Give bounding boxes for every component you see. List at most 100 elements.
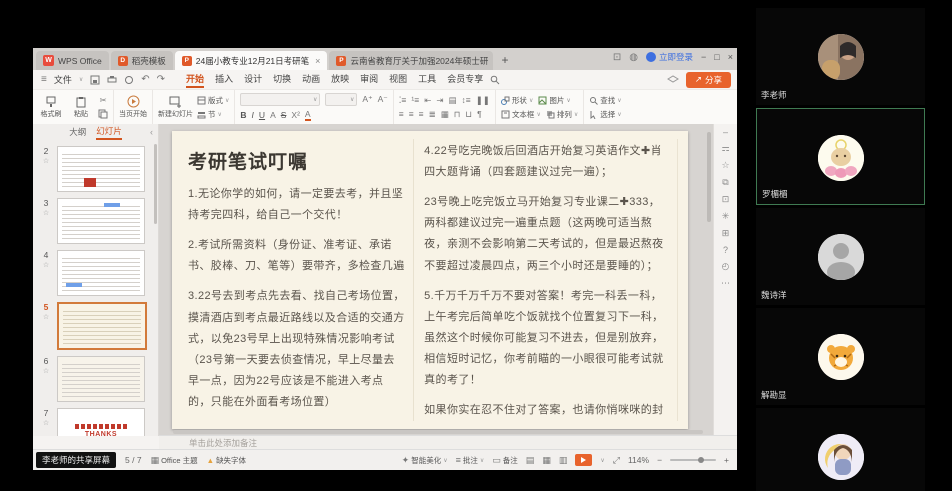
tab-view[interactable]: 视图	[389, 72, 407, 88]
notes-button[interactable]: ▭ 备注	[492, 455, 518, 466]
cut-icon[interactable]: ✂	[99, 95, 106, 106]
tab-wps-home[interactable]: W WPS Office	[36, 51, 109, 70]
thumbnail-item[interactable]: 3☆	[39, 198, 152, 244]
globe-icon[interactable]: ◍	[629, 52, 638, 63]
beautify-icon[interactable]: ✳	[722, 211, 730, 222]
font-size-select[interactable]: ∨	[325, 93, 357, 106]
close-window-button[interactable]: ×	[728, 52, 733, 62]
tab-home[interactable]: 开始	[186, 72, 204, 88]
reading-view-icon[interactable]: ▥	[559, 455, 568, 466]
new-tab-button[interactable]: +	[495, 51, 514, 70]
thumbnail-item[interactable]: 2☆	[39, 146, 152, 192]
line-spacing-icon[interactable]: ↕≡	[461, 95, 470, 105]
find-button[interactable]: 查找∨	[589, 95, 621, 106]
align-center-icon[interactable]: ≡	[409, 109, 414, 119]
theme-indicator[interactable]: ▦ Office 主题	[151, 455, 198, 466]
current-slide[interactable]: 考研笔试叮嘱 1.无论你学的如何，请一定要去考，并且坚持考完四科，给自己一个交代…	[172, 131, 688, 429]
normal-view-icon[interactable]: ▤	[526, 455, 535, 466]
slide-sorter-view-icon[interactable]: ▦	[542, 455, 551, 466]
bullets-icon[interactable]: ⁚≡	[399, 95, 407, 106]
tab-review[interactable]: 审阅	[360, 72, 378, 88]
section-button[interactable]: 节∨	[197, 109, 229, 120]
shapes-panel-icon[interactable]: ⧉	[722, 177, 728, 188]
comments-button[interactable]: ≡ 批注∨	[456, 455, 485, 466]
play-options-icon[interactable]: ∨	[600, 457, 604, 464]
help-icon[interactable]: ?	[723, 245, 728, 255]
fit-window-icon[interactable]: ⤢	[613, 455, 620, 466]
participant-tile[interactable]: 魏诗洋	[756, 208, 925, 305]
shrink-font-icon[interactable]: A⁻	[378, 94, 388, 105]
save-icon[interactable]	[90, 75, 100, 85]
redo-icon[interactable]: ↷	[157, 74, 165, 85]
slide-4-thumbnail[interactable]	[57, 250, 145, 296]
font-color-icon[interactable]: A	[305, 109, 311, 121]
align-top-icon[interactable]: ⊓	[454, 109, 461, 120]
zoom-slider[interactable]	[670, 459, 716, 461]
layout-button[interactable]: 版式∨	[197, 95, 229, 106]
undo-icon[interactable]: ↶	[141, 74, 149, 85]
underline-button[interactable]: U	[259, 110, 265, 120]
thumbnail-item[interactable]: 7☆ THANKS	[39, 408, 152, 436]
select-button[interactable]: 选择∨	[589, 109, 621, 120]
hamburger-icon[interactable]: ≡	[41, 74, 47, 85]
maximize-button[interactable]: □	[714, 52, 719, 62]
slide-2-thumbnail[interactable]	[57, 146, 145, 192]
minimize-button[interactable]: −	[701, 52, 706, 62]
login-button[interactable]: 立即登录	[646, 51, 693, 63]
properties-icon[interactable]: ⚎	[721, 143, 729, 154]
crop-icon[interactable]: ⊞	[722, 228, 730, 239]
share-button[interactable]: ↗ 分享	[686, 72, 731, 88]
numbering-icon[interactable]: ¹≡	[411, 95, 419, 105]
new-slide-button[interactable]: 新建幻灯片	[158, 95, 193, 119]
tab-tools[interactable]: 工具	[418, 72, 436, 88]
participant-tile[interactable]: 李老师	[756, 8, 925, 105]
indent-icon[interactable]: ⇥	[436, 95, 443, 106]
superscript-icon[interactable]: X²	[291, 110, 300, 120]
grow-font-icon[interactable]: A⁺	[362, 94, 372, 105]
italic-button[interactable]: I	[252, 110, 254, 120]
tab-member[interactable]: 会员专享	[447, 72, 483, 88]
clear-format-icon[interactable]: A	[270, 110, 276, 120]
smart-beautify-button[interactable]: ✦ 智能美化∨	[402, 455, 448, 466]
image-panel-icon[interactable]: ⊡	[722, 194, 730, 205]
strikethrough-button[interactable]: S	[281, 110, 287, 120]
canvas-vertical-scrollbar[interactable]	[707, 132, 711, 222]
arrange-button[interactable]: 排列∨	[546, 109, 578, 120]
format-painter-button[interactable]: 格式刷	[38, 96, 64, 119]
tab-slideshow[interactable]: 放映	[331, 72, 349, 88]
tab-docer-templates[interactable]: D 稻壳模板	[111, 51, 173, 70]
slide-3-thumbnail[interactable]	[57, 198, 145, 244]
paragraph-more-icon[interactable]: ¶	[477, 109, 482, 119]
tab-document-2[interactable]: P 云南省教育厅关于加强2024年硕士研	[329, 51, 493, 70]
slide-7-thumbnail[interactable]: THANKS	[57, 408, 145, 436]
slide-6-thumbnail[interactable]	[57, 356, 145, 402]
file-menu[interactable]: 文件	[54, 73, 72, 86]
thumbnail-scrollbar[interactable]	[154, 144, 157, 224]
tab-insert[interactable]: 插入	[215, 72, 233, 88]
columns-icon[interactable]: ❚❚	[476, 95, 490, 106]
slide-5-thumbnail-selected[interactable]	[57, 302, 147, 350]
tab-animation[interactable]: 动画	[302, 72, 320, 88]
play-from-current-button[interactable]: 当页开始	[119, 95, 147, 119]
tab-transitions[interactable]: 切换	[273, 72, 291, 88]
close-tab-icon[interactable]: ×	[315, 56, 320, 66]
slideshow-play-button[interactable]	[575, 454, 592, 466]
search-icon[interactable]	[490, 75, 500, 85]
missing-font-warning[interactable]: ▲ 缺失字体	[207, 455, 246, 466]
collapse-strip-icon[interactable]: –	[723, 127, 728, 137]
canvas-horizontal-scrollbar[interactable]	[173, 430, 703, 434]
zoom-in-button[interactable]: +	[724, 455, 729, 465]
slide-left-textbox[interactable]: 考研笔试叮嘱 1.无论你学的如何，请一定要去考，并且坚持考完四科，给自己一个交代…	[182, 139, 413, 421]
thumbnail-item[interactable]: 6☆	[39, 356, 152, 402]
thumbnail-item[interactable]: 5☆	[39, 302, 152, 350]
zoom-out-button[interactable]: −	[657, 455, 662, 465]
distribute-icon[interactable]: ▦	[441, 109, 449, 120]
paste-button[interactable]: 粘贴	[68, 96, 94, 119]
star-icon[interactable]: ☆	[721, 160, 729, 171]
align-right-icon[interactable]: ≡	[419, 109, 424, 119]
outline-tab[interactable]: 大纲	[69, 126, 86, 138]
preview-icon[interactable]	[124, 75, 134, 85]
tab-document-active[interactable]: P 24届小教专业12月21日考研笔 ×	[175, 51, 328, 70]
participant-tile[interactable]	[756, 408, 925, 491]
justify-icon[interactable]: ≣	[429, 109, 436, 120]
